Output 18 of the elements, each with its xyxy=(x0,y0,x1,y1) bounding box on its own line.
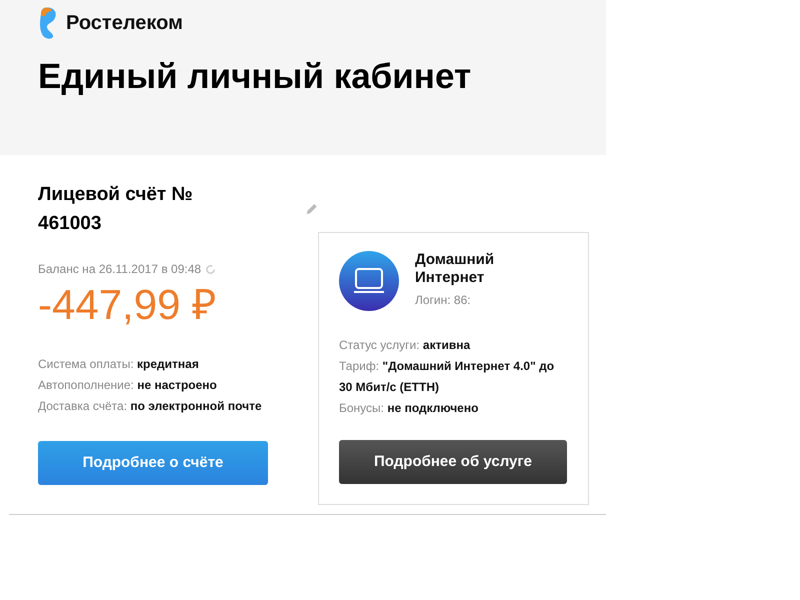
service-name: Домашний Интернет xyxy=(415,251,496,287)
logo-icon xyxy=(38,6,58,40)
detail-line: Доставка счёта: по электронной почте xyxy=(38,398,263,415)
service-details-button[interactable]: Подробнее об услуге xyxy=(339,440,567,484)
detail-line: Система оплаты: кредитная xyxy=(38,356,200,373)
detail-line: Статус услуги: активна xyxy=(339,337,472,354)
brand-name: Ростелеком xyxy=(66,11,183,36)
monitor-icon xyxy=(339,251,399,311)
refresh-icon[interactable] xyxy=(205,264,216,274)
balance-label: Баланс на 26.11.2017 в 09:48 xyxy=(38,261,202,278)
edit-icon[interactable] xyxy=(305,202,318,217)
page-title: Единый личный кабинет xyxy=(38,58,472,96)
detail-line: Автопополнение: не настроено xyxy=(38,377,218,394)
balance-amount: -447,99 ₽ xyxy=(38,284,218,326)
detail-line: Тариф: "Домашний Интернет 4.0" до 30 Мбит/с (ETTH) xyxy=(339,358,556,396)
detail-line: Бонусы: не подключено xyxy=(339,400,480,417)
account-title: Лицевой счёт № 461003 xyxy=(38,183,194,236)
login-text: Логин: 86: xyxy=(415,292,472,309)
